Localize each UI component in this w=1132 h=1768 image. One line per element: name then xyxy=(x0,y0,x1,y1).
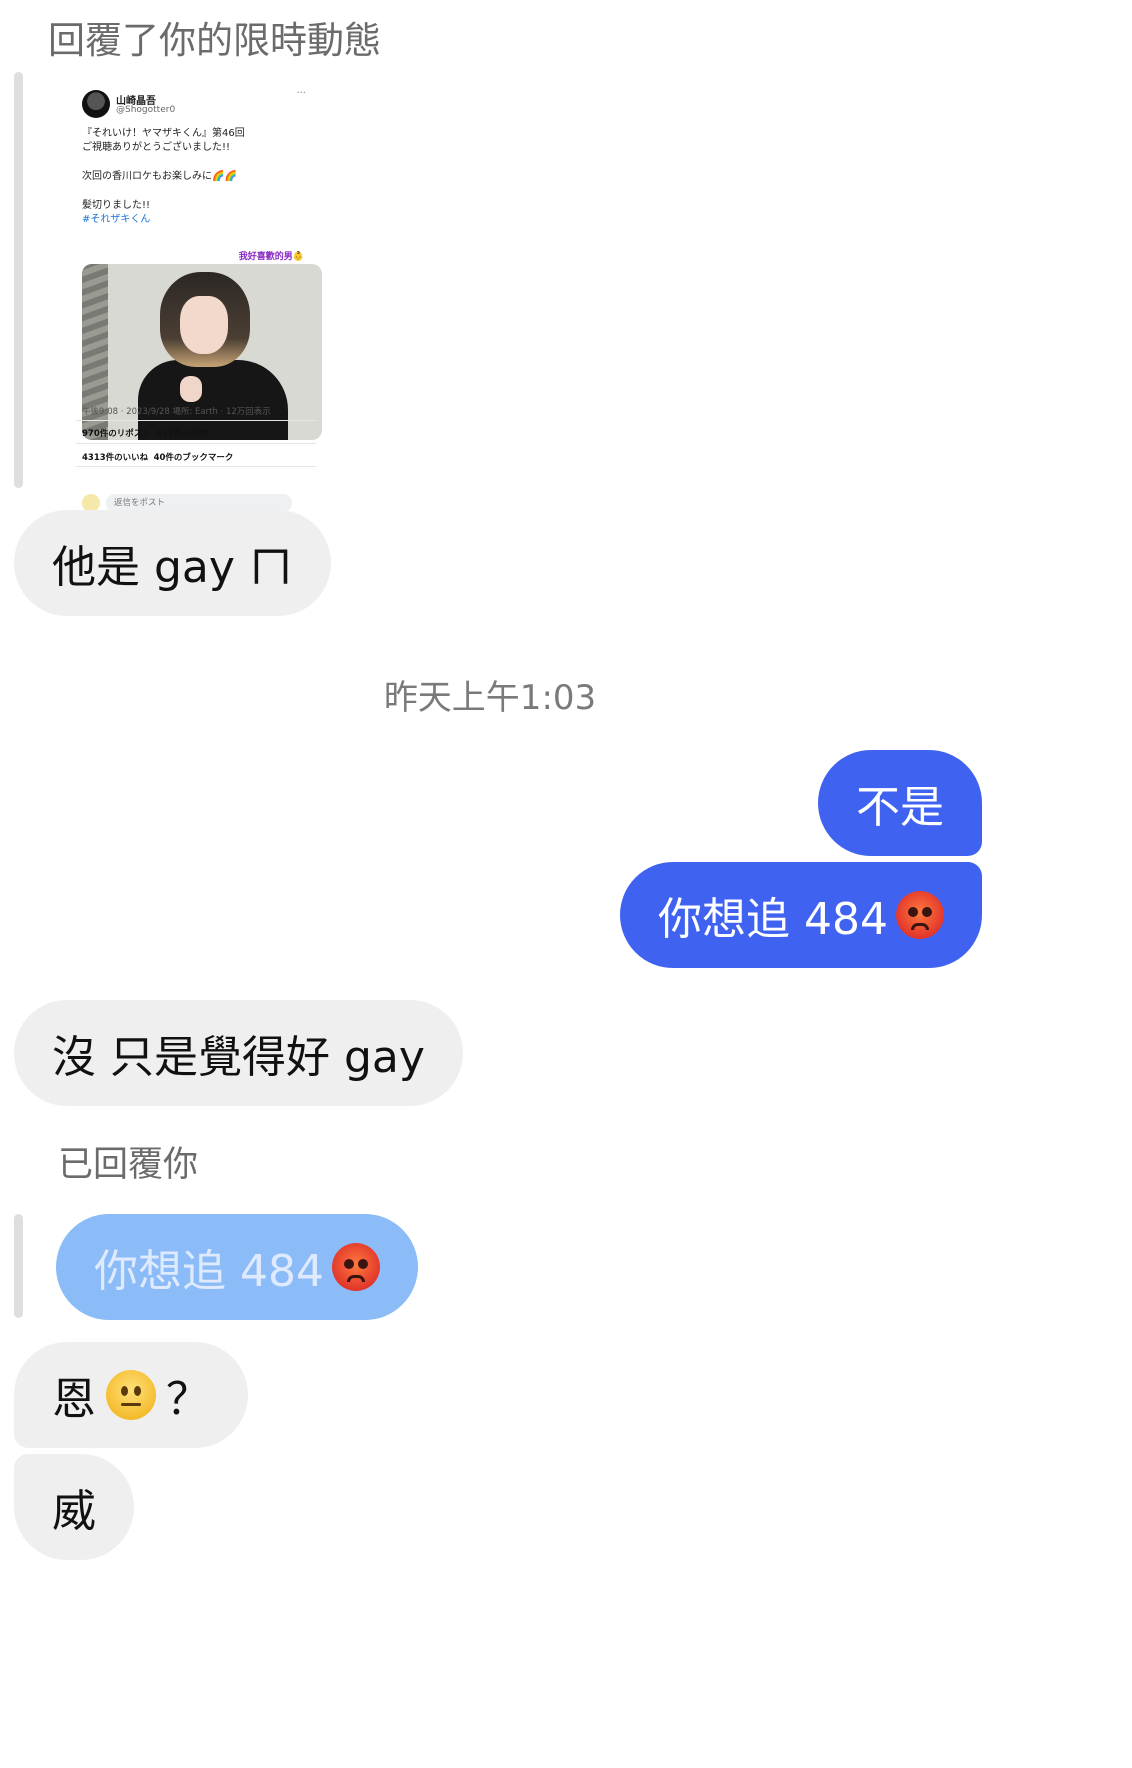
timestamp: 昨天上午1:03 xyxy=(383,678,597,718)
tweet-hashtag: #それザキくん xyxy=(82,214,151,225)
story-text-sticker: 我好喜歡的男👶 xyxy=(238,252,304,262)
tweet-text-line: 次回の香川ロケもお楽しみに🌈🌈 xyxy=(82,171,237,182)
message-text: 沒 只是覺得好 gay xyxy=(52,1032,425,1083)
message-text: 你想追 484 xyxy=(658,894,888,945)
tweet-text-line: 髪切りました!! xyxy=(82,200,151,211)
tweet-text-line: ご視聴ありがとうございました!! xyxy=(82,142,231,153)
reply-caption: 已回覆你 xyxy=(58,1145,199,1185)
incoming-message-bubble[interactable]: 恩 ？ xyxy=(14,1342,248,1448)
angry-face-emoji-icon xyxy=(331,1243,380,1291)
tweet-author-handle: @Shogotter0 xyxy=(116,105,176,115)
more-icon: ··· xyxy=(296,88,306,99)
quoted-message-text: 你想追 484 xyxy=(94,1246,324,1297)
message-text: 不是 xyxy=(856,782,944,833)
message-text: 恩 xyxy=(52,1374,96,1425)
message-text: 他是 gay ㄇ xyxy=(52,542,293,593)
angry-face-emoji-icon xyxy=(896,891,944,939)
quoted-message-bubble[interactable]: 你想追 484 xyxy=(56,1214,418,1320)
tweet-repost-count: 970件のリポスト 212件の引用 xyxy=(82,429,208,439)
story-reply-caption: 回覆了你的限時動態 xyxy=(48,19,381,62)
reply-indicator-bar xyxy=(14,72,23,488)
message-text: ？ xyxy=(166,1374,210,1425)
outgoing-message-bubble[interactable]: 不是 xyxy=(818,750,982,856)
outgoing-message-bubble[interactable]: 你想追 484 xyxy=(620,862,982,968)
tweet-text-line: 『それいけ！ヤマザキくん』第46回 xyxy=(82,128,245,139)
story-thumbnail[interactable]: 山崎晶吾 @Shogotter0 ··· 『それいけ！ヤマザキくん』第46回 ご… xyxy=(66,78,326,556)
reply-indicator-bar xyxy=(14,1214,23,1318)
tweet-avatar xyxy=(82,90,110,118)
incoming-message-bubble[interactable]: 沒 只是覺得好 gay xyxy=(14,1000,463,1106)
message-text: 威 xyxy=(52,1486,96,1537)
incoming-message-bubble[interactable]: 他是 gay ㄇ xyxy=(14,510,331,616)
neutral-face-emoji-icon xyxy=(106,1370,156,1420)
tweet-meta: 午後9:08 · 2023/9/28 場所: Earth · 12万回表示 xyxy=(82,407,271,417)
tweet-like-count: 4313件のいいね 40件のブックマーク xyxy=(82,453,234,463)
incoming-message-bubble[interactable]: 威 xyxy=(14,1454,134,1560)
